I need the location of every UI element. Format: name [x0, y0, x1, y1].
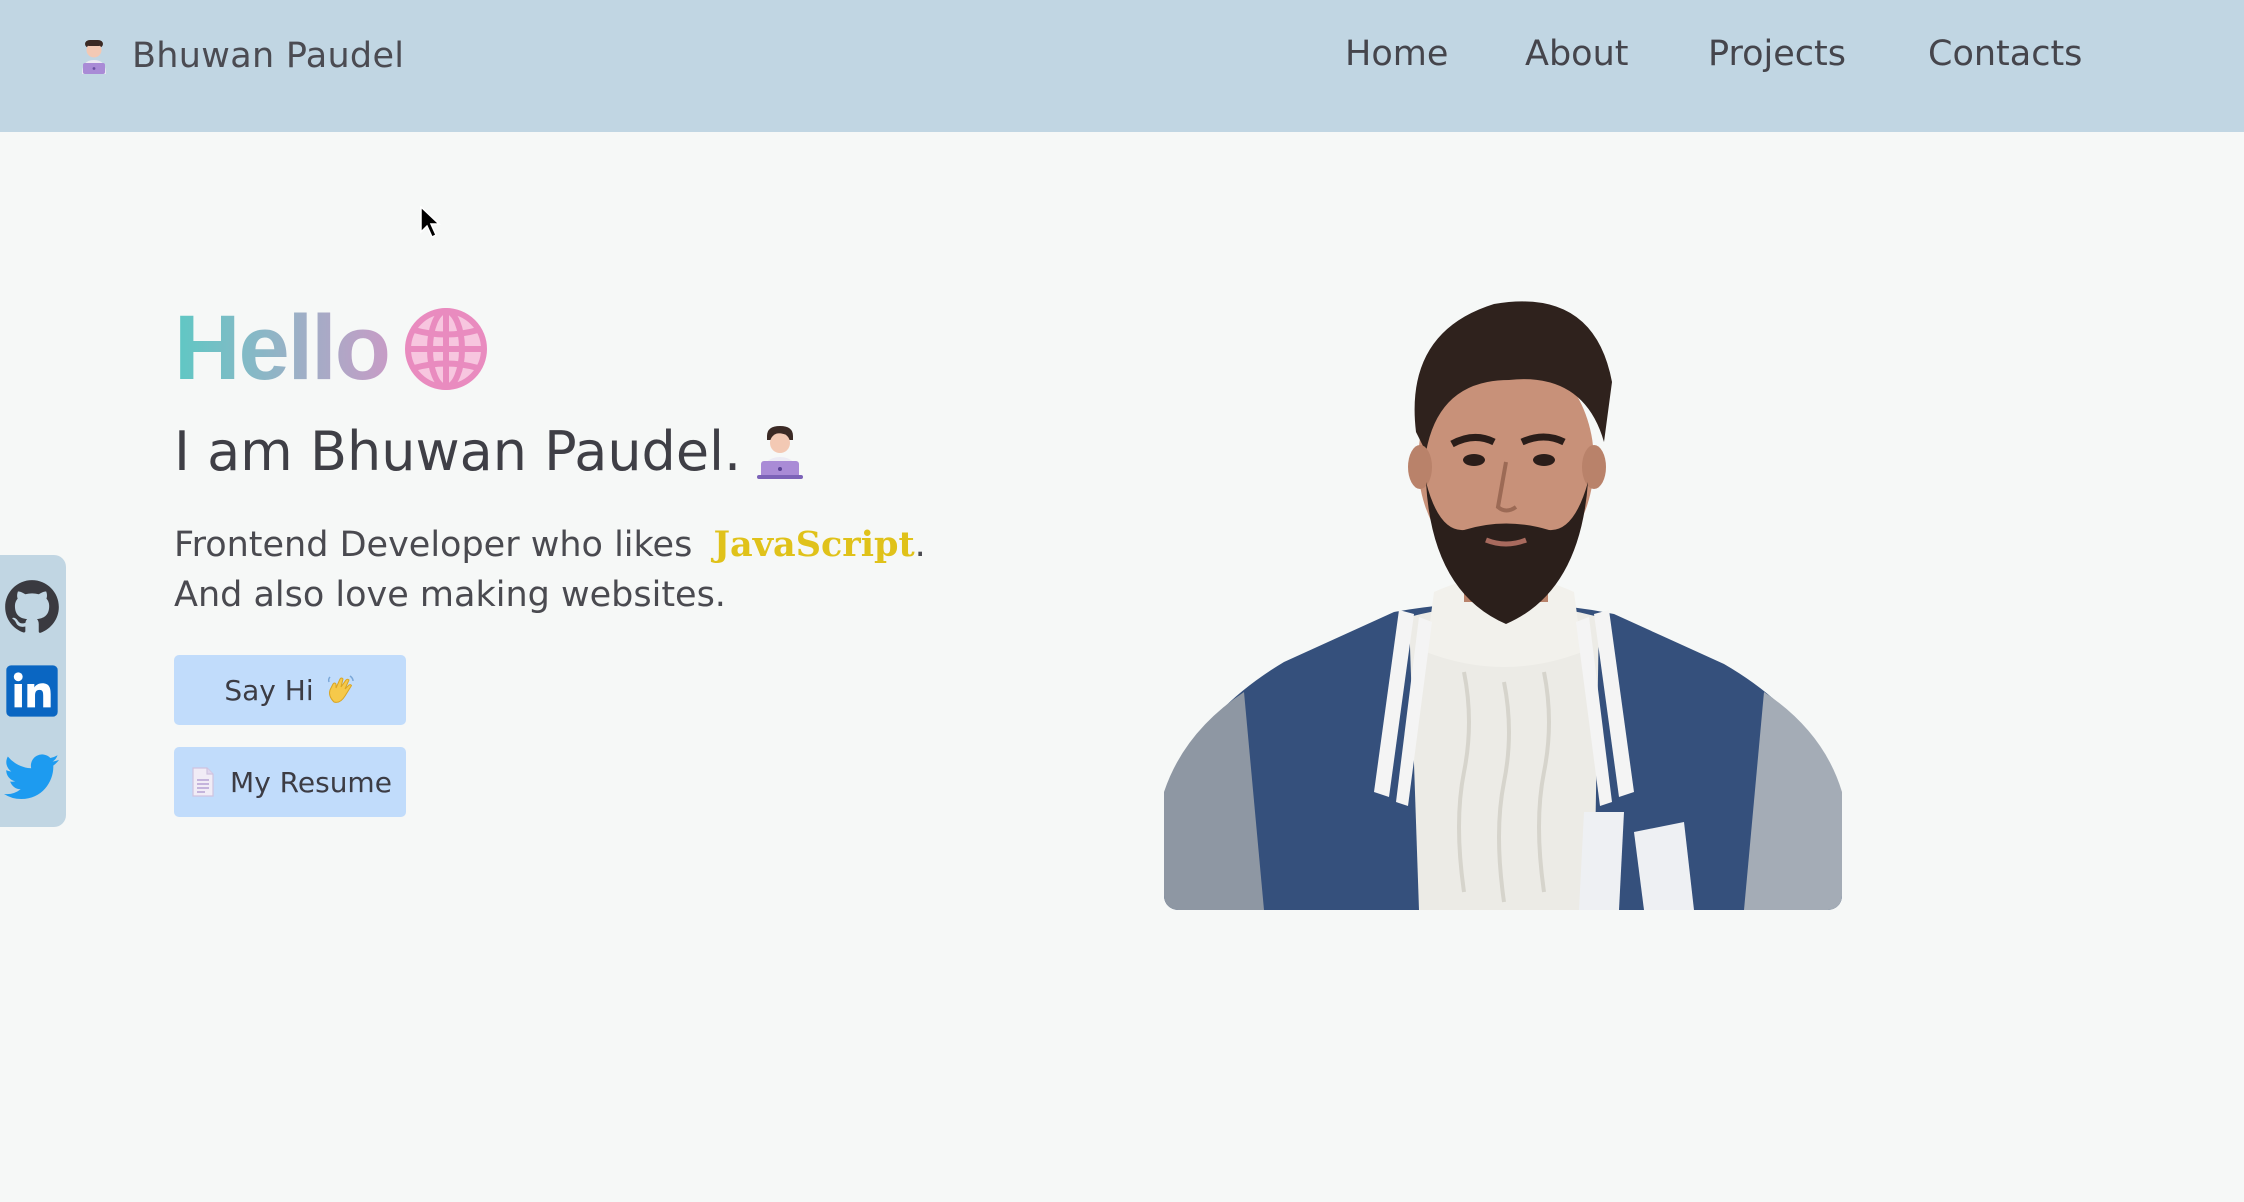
my-resume-button[interactable]: My Resume [174, 747, 406, 817]
brand-name: Bhuwan Paudel [132, 36, 405, 76]
mouse-cursor-icon [420, 206, 441, 239]
document-icon [192, 767, 214, 797]
brand[interactable]: Bhuwan Paudel [74, 36, 404, 76]
linkedin-icon[interactable] [4, 663, 60, 719]
technologist-emoji-icon [757, 425, 804, 479]
greeting-row: Hello [174, 296, 489, 401]
nav-contacts-link[interactable]: Contacts [1928, 34, 2088, 74]
javascript-highlight: JavaScript [713, 524, 915, 565]
intro-row: I am Bhuwan Paudel. [174, 420, 807, 483]
tagline: Frontend Developer who likes JavaScript.… [174, 520, 994, 620]
say-hi-button[interactable]: Say Hi [174, 655, 406, 725]
main-nav: Home About Projects Contacts [1345, 34, 2088, 74]
social-sidebar [0, 555, 66, 827]
github-icon[interactable] [4, 579, 60, 635]
globe-icon [404, 307, 487, 390]
profile-photo [1164, 301, 1842, 910]
nav-home-link[interactable]: Home [1345, 34, 1525, 74]
site-header: Bhuwan Paudel Home About Projects Contac… [0, 0, 2244, 132]
intro-heading: I am Bhuwan Paudel. [174, 420, 742, 483]
technologist-emoji-icon [82, 40, 106, 74]
tagline-text-before: Frontend Developer who likes [174, 525, 693, 565]
hello-heading: Hello [174, 297, 391, 399]
twitter-icon[interactable] [4, 749, 60, 805]
nav-about-link[interactable]: About [1525, 34, 1708, 74]
say-hi-label: Say Hi [224, 673, 314, 707]
nav-projects-link[interactable]: Projects [1708, 34, 1928, 74]
waving-hand-icon [327, 675, 354, 703]
my-resume-label: My Resume [230, 765, 392, 799]
